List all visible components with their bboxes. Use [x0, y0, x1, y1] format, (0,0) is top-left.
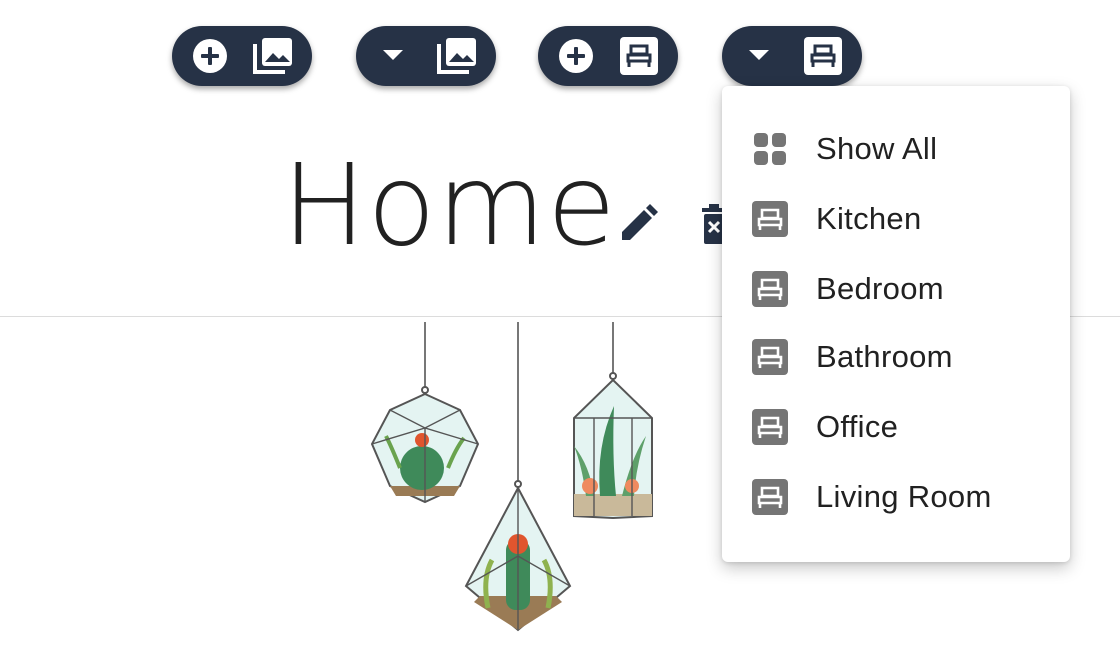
menu-item-office[interactable]: Office	[722, 396, 1070, 458]
menu-item-bedroom[interactable]: Bedroom	[722, 258, 1070, 320]
room-bed-icon	[804, 37, 842, 75]
add-circle-icon	[559, 39, 593, 73]
room-bed-icon	[752, 271, 788, 307]
room-dropdown-button[interactable]	[722, 26, 862, 86]
dropdown-arrow-icon	[749, 50, 769, 60]
menu-item-label: Office	[816, 409, 899, 444]
hanging-terrariums-illustration	[370, 322, 653, 632]
add-room-button[interactable]	[538, 26, 678, 86]
menu-item-label: Show All	[816, 131, 938, 166]
pencil-icon[interactable]	[616, 202, 660, 246]
room-bed-icon	[752, 339, 788, 375]
menu-item-label: Bedroom	[816, 271, 944, 306]
menu-item-living-room[interactable]: Living Room	[722, 466, 1070, 528]
menu-item-show-all[interactable]: Show All	[722, 118, 1070, 180]
add-photo-button[interactable]	[172, 26, 312, 86]
room-bed-icon	[752, 201, 788, 237]
room-bed-icon	[752, 409, 788, 445]
image-gallery-icon	[253, 38, 292, 74]
add-circle-icon	[193, 39, 227, 73]
photo-dropdown-button[interactable]	[356, 26, 496, 86]
menu-item-kitchen[interactable]: Kitchen	[722, 188, 1070, 250]
menu-item-bathroom[interactable]: Bathroom	[722, 326, 1070, 388]
room-bed-icon	[752, 479, 788, 515]
room-bed-icon	[620, 37, 658, 75]
image-gallery-icon	[437, 38, 476, 74]
room-filter-menu: Show All Kitchen Bedroom Bathroom Office	[722, 86, 1070, 562]
grid-icon	[754, 133, 786, 165]
menu-item-label: Bathroom	[816, 339, 953, 374]
page-title: Home	[282, 141, 617, 271]
dropdown-arrow-icon	[383, 50, 403, 60]
menu-item-label: Living Room	[816, 479, 992, 514]
menu-item-label: Kitchen	[816, 201, 922, 236]
